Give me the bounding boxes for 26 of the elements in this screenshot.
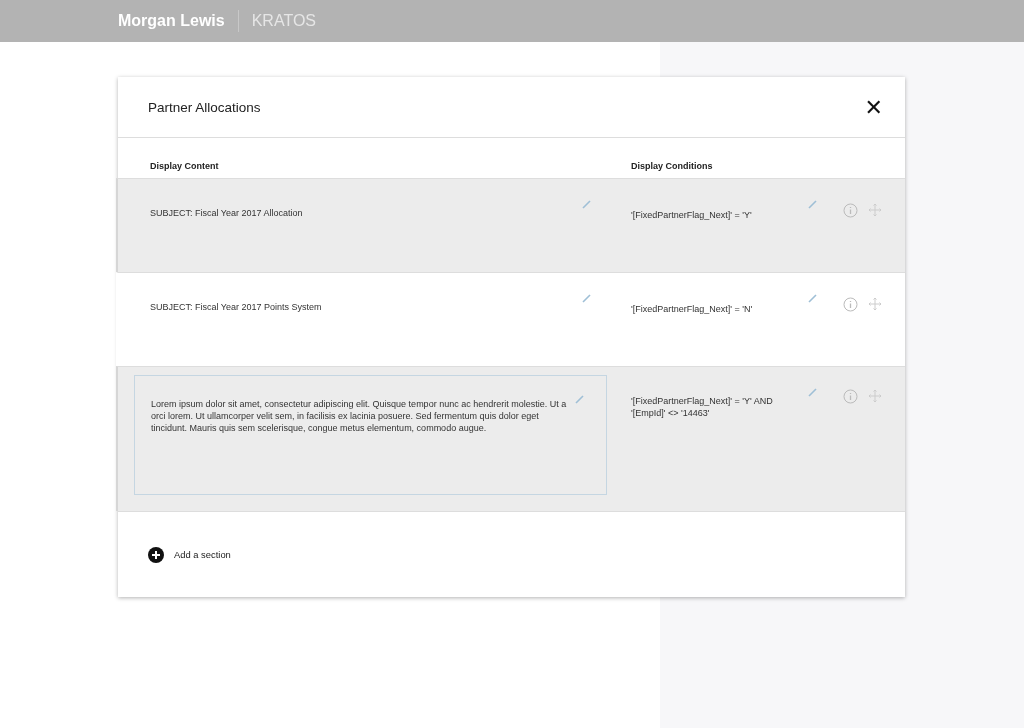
move-icon[interactable] [868, 203, 882, 217]
pencil-icon[interactable] [808, 388, 817, 397]
brand-logo: Morgan Lewis [118, 12, 225, 30]
add-section-link[interactable]: Add a section [174, 549, 231, 560]
column-header: Display Content [149, 161, 220, 173]
pencil-icon[interactable] [582, 294, 591, 303]
close-button[interactable]: ✕ [862, 94, 885, 120]
info-icon[interactable] [843, 203, 858, 218]
content-text: SUBJECT: Fiscal Year 2017 Allocation [150, 207, 304, 219]
pencil-icon[interactable] [575, 395, 584, 404]
condition-text: '[FixedPartnerFlag_Next]' = 'Y' [631, 209, 753, 222]
condition-text: '[FixedPartnerFlag_Next]' = 'N' [631, 303, 754, 316]
column-header: Display Conditions [630, 161, 714, 173]
pencil-icon[interactable] [582, 200, 591, 209]
add-icon[interactable] [148, 546, 164, 563]
move-icon[interactable] [868, 389, 882, 403]
pencil-icon[interactable] [808, 200, 817, 209]
dialog-title: Partner Allocations [148, 99, 261, 115]
content-text: Lorem ipsum dolor sit amet, consectetur adipiscing elit. Quisque tempor nunc ac hendrerit molestie. Ut a orci lorem. Ut ullamcorper velit sem, in facilisis ex lacinia posuere. Sed fermentum quis dolor eget tincidunt. Mauris quis sem scelerisque, congue metus elementum, commodo augue. [151, 398, 568, 434]
move-icon[interactable] [868, 297, 882, 311]
content-editor[interactable] [134, 375, 607, 495]
pencil-icon[interactable] [808, 294, 817, 303]
content-text: SUBJECT: Fiscal Year 2017 Points System [150, 301, 323, 313]
condition-text: '[FixedPartnerFlag_Next]' = 'Y' AND '[EmpId]' <> '14463' [631, 395, 774, 420]
info-icon[interactable] [843, 297, 858, 312]
info-icon[interactable] [843, 389, 858, 404]
